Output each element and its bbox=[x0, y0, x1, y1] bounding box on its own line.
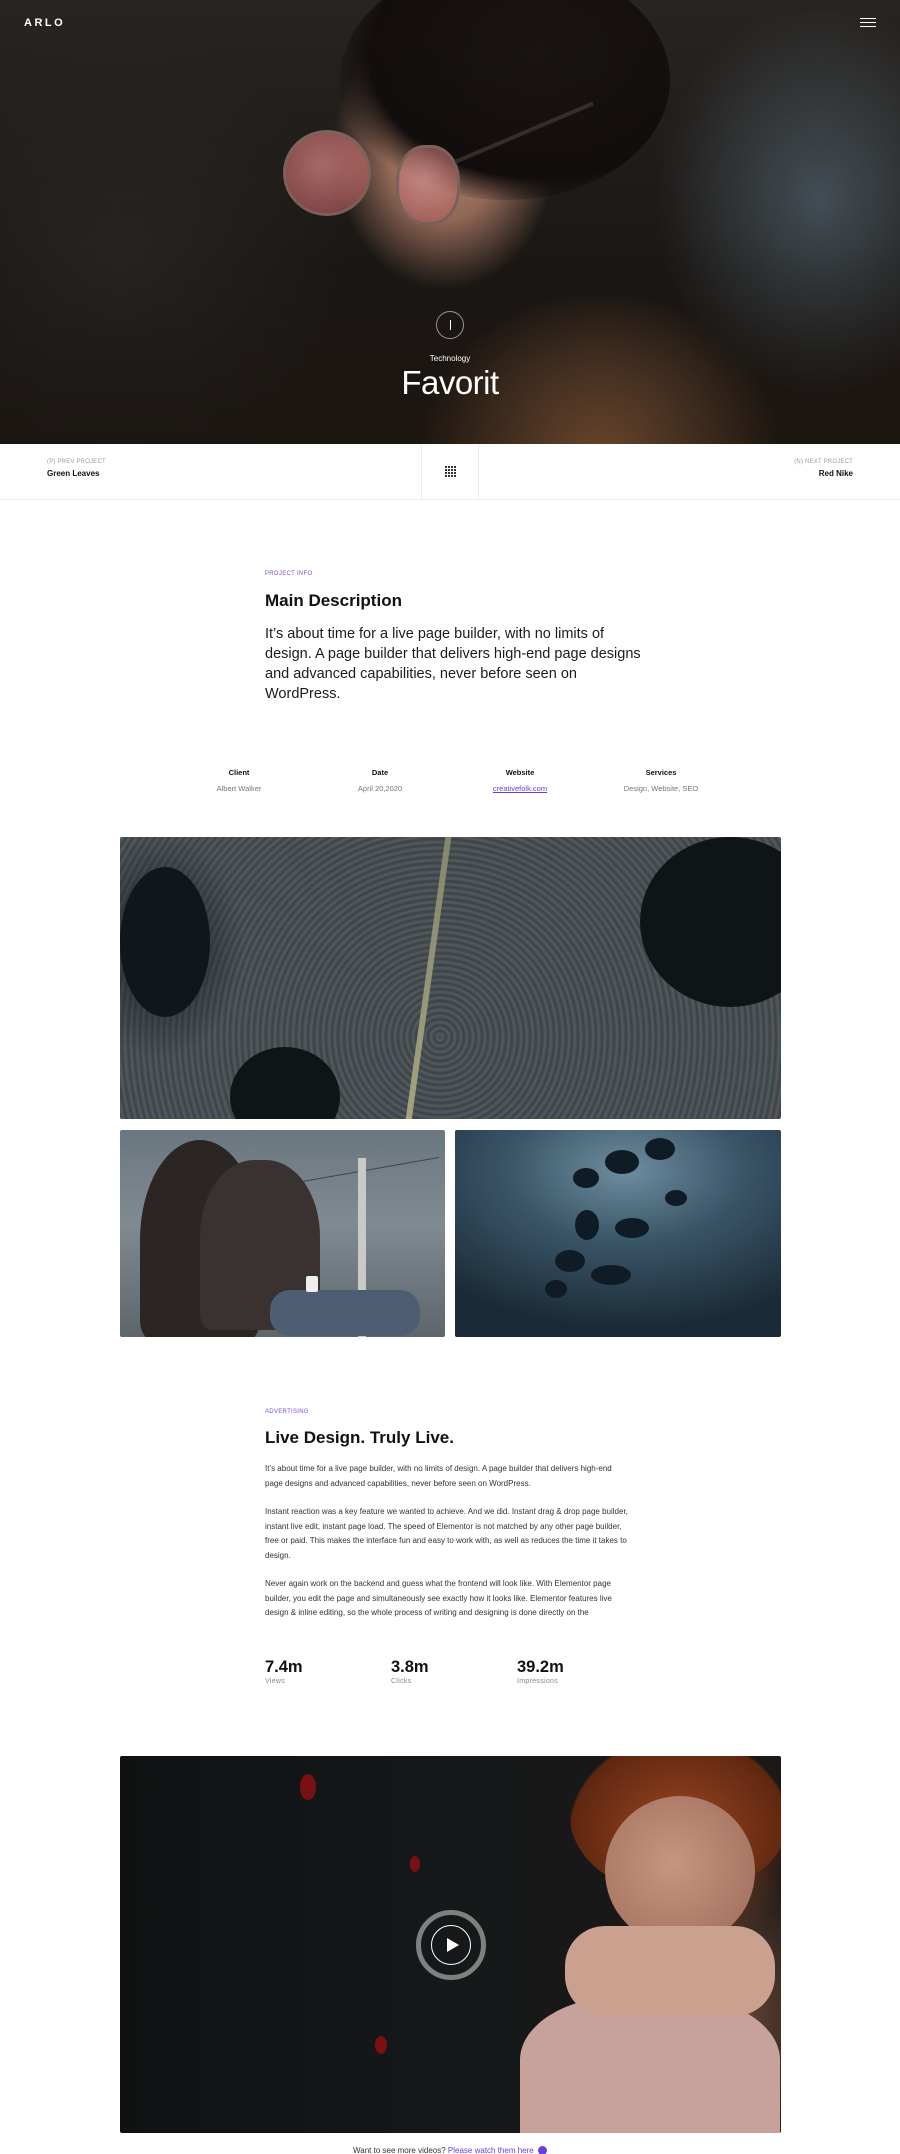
gallery-image-leaf[interactable] bbox=[120, 837, 781, 1119]
advertising-eyebrow: ADVERTISING bbox=[265, 1409, 309, 1415]
stat-impressions: 39.2m Impressions bbox=[517, 1658, 564, 1685]
stat-label: Views bbox=[265, 1678, 286, 1685]
stat-number: 39.2m bbox=[517, 1658, 564, 1676]
stat-number: 7.4m bbox=[265, 1658, 303, 1676]
next-project-link[interactable]: (N) NEXT PROJECT Red Nike bbox=[794, 459, 853, 478]
stat-views: 7.4m Views bbox=[265, 1658, 303, 1685]
gallery-image-rain[interactable] bbox=[455, 1130, 781, 1337]
meta-value: Albert Walker bbox=[216, 784, 262, 793]
hero-category: Technology bbox=[429, 354, 471, 363]
meta-key: Services bbox=[645, 768, 677, 777]
hamburger-icon[interactable] bbox=[860, 18, 876, 30]
meta-date: Date April 20,2020 bbox=[325, 768, 435, 793]
prev-project-label: (P) PREV PROJECT bbox=[47, 459, 106, 465]
prev-project-name: Green Leaves bbox=[47, 469, 100, 478]
info-title: Main Description bbox=[265, 591, 402, 610]
stat-label: Clicks bbox=[391, 1678, 412, 1685]
info-eyebrow: PROJECT INFO bbox=[265, 571, 313, 577]
all-projects-button[interactable] bbox=[421, 444, 479, 500]
body-paragraph: Instant reaction was a key feature we wa… bbox=[265, 1507, 628, 1560]
meta-website: Website creativefolk.com bbox=[465, 768, 575, 793]
next-project-name: Red Nike bbox=[818, 469, 853, 478]
scroll-down-icon[interactable] bbox=[436, 311, 464, 339]
meta-value: Design, Website, SEO bbox=[623, 784, 699, 793]
meta-key: Date bbox=[371, 768, 389, 777]
prev-project-link[interactable]: (P) PREV PROJECT Green Leaves bbox=[47, 459, 106, 478]
website-link[interactable]: creativefolk.com bbox=[465, 784, 575, 793]
grid-icon bbox=[445, 466, 456, 477]
body-paragraph: Never again work on the backend and gues… bbox=[265, 1579, 612, 1617]
gallery-image-girls[interactable] bbox=[120, 1130, 445, 1337]
more-videos-line: Want to see more videos? Please watch th… bbox=[0, 2146, 900, 2154]
site-logo[interactable]: ARLO bbox=[24, 17, 65, 29]
more-videos-link[interactable]: Please watch them here bbox=[448, 2146, 534, 2154]
video-player[interactable] bbox=[120, 1756, 781, 2133]
stat-number: 3.8m bbox=[391, 1658, 429, 1676]
project-navigation: (P) PREV PROJECT Green Leaves (N) NEXT P… bbox=[0, 444, 900, 500]
play-icon[interactable] bbox=[416, 1910, 486, 1980]
meta-client: Client Albert Walker bbox=[184, 768, 294, 793]
arrow-circle-icon bbox=[537, 2146, 547, 2154]
meta-services: Services Design, Website, SEO bbox=[606, 768, 716, 793]
body-paragraph: It’s about time for a live page builder,… bbox=[265, 1464, 612, 1488]
page-title: Favorit bbox=[401, 364, 499, 401]
stat-clicks: 3.8m Clicks bbox=[391, 1658, 429, 1685]
next-project-label: (N) NEXT PROJECT bbox=[794, 459, 853, 465]
meta-value: April 20,2020 bbox=[357, 784, 403, 793]
more-videos-text: Want to see more videos? bbox=[353, 2146, 446, 2154]
section-title: Live Design. Truly Live. bbox=[265, 1428, 454, 1447]
meta-key: Client bbox=[228, 768, 250, 777]
stat-label: Impressions bbox=[517, 1678, 559, 1685]
info-lead: It’s about time for a live page builder,… bbox=[265, 626, 641, 702]
meta-key: Website bbox=[505, 768, 535, 777]
